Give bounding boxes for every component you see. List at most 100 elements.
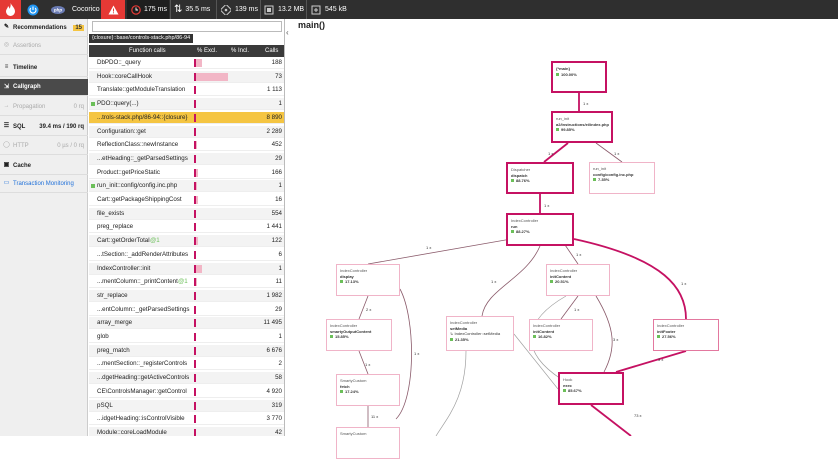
header-function-calls[interactable]: Function calls	[129, 45, 166, 57]
metric-io-time[interactable]: ⇅ 35.5 ms	[174, 0, 210, 19]
function-calls-count: 11 495	[263, 319, 282, 327]
entry-point-marker	[91, 184, 95, 189]
callgraph-node-setmedia[interactable]: IndexController setMedia ↳ IndexController…	[446, 316, 514, 351]
function-row[interactable]: ...idgetHeading::isControlVisible 3 770	[89, 413, 284, 426]
sidebar-item-label: SQL	[13, 123, 26, 130]
function-row[interactable]: Cart::getPackageShippingCost 16	[89, 194, 284, 206]
function-name: ...etHeading::_getParsedSettings	[97, 154, 188, 162]
sidebar-item-callgraph[interactable]: ⇲ Callgraph	[0, 79, 88, 96]
metric-value: 139 ms	[235, 6, 258, 13]
blackfire-logo[interactable]	[0, 0, 21, 19]
function-calls-count: 3 770	[266, 415, 282, 423]
header-incl[interactable]: % Incl.	[231, 45, 249, 57]
function-row[interactable]: file_exists 554	[89, 207, 284, 220]
callgraph-node-dispatch[interactable]: Dispatcher dispatch 88.76%	[506, 162, 574, 194]
function-row[interactable]: ...trols-stack.php/86-94::{closure} 8 890	[89, 111, 284, 124]
power-button[interactable]	[24, 0, 42, 19]
function-row[interactable]: pSQL 319	[89, 399, 284, 412]
metric-memory[interactable]: 13.2 MB	[264, 0, 304, 19]
edge-call-count: 1 x	[681, 281, 687, 286]
sidebar-item-label: Recommendations	[13, 24, 67, 31]
function-row[interactable]: ...etHeading::_getParsedSettings 29	[89, 152, 284, 165]
function-search-input[interactable]	[92, 21, 282, 32]
sidebar-item-transaction-monitoring[interactable]: ▭ Transaction Monitoring	[0, 175, 88, 193]
function-row[interactable]: str_replace 1 982	[89, 289, 284, 302]
sidebar-item-assertions[interactable]: ◎ Assertions	[0, 37, 88, 55]
callgraph-node-initcontent2[interactable]: IndexController initContent 16.82%	[529, 319, 593, 351]
sidebar-item-propagation[interactable]: → Propagation 0 rq	[0, 98, 88, 116]
function-row[interactable]: glob 1	[89, 331, 284, 343]
excl-bar	[194, 415, 196, 424]
alert-button[interactable]	[101, 0, 125, 19]
function-row[interactable]: ReflectionClass::newInstance 452	[89, 139, 284, 152]
callgraph-icon: ⇲	[3, 83, 10, 90]
function-row[interactable]: CE\ControlsManager::getControl 4 920	[89, 386, 284, 398]
function-row[interactable]: Product::getPriceStatic 166	[89, 167, 284, 179]
function-row[interactable]: Hook::coreCallHook 73	[89, 70, 284, 83]
function-row[interactable]: ...entColumn::_getParsedSettings 29	[89, 304, 284, 316]
excl-bar	[194, 291, 196, 300]
function-row[interactable]: ...mentSection::_registerControls 2	[89, 358, 284, 371]
function-calls-count: 58	[275, 374, 282, 382]
callgraph-node-config[interactable]: run_init config/config.inc.php 7.35%	[589, 162, 655, 194]
function-name: ...mentSection::_registerControls	[97, 360, 188, 368]
function-row[interactable]: preg_replace 1 441	[89, 221, 284, 234]
arrows-icon: ⇅	[174, 4, 183, 15]
callgraph-node-hookexec[interactable]: Hook exec 85.67%	[558, 372, 624, 405]
function-row[interactable]: Translate::getModuleTranslation 1 113	[89, 84, 284, 97]
function-row[interactable]: IndexController::init 1	[89, 262, 284, 275]
excl-bar	[194, 237, 196, 246]
callgraph-canvas[interactable]: {*main} 100.00% run_init a2/instructions/ei…	[286, 19, 838, 459]
function-calls-count: 2	[278, 360, 282, 368]
callgraph-node-fetch[interactable]: SmartyCustom fetch 17.24%	[336, 374, 400, 406]
sidebar-item-cache[interactable]: ▣ Cache	[0, 157, 88, 175]
function-row[interactable]: Cart::getOrderTotal @1 122	[89, 235, 284, 248]
recommendations-badge: 15	[73, 24, 84, 31]
function-row[interactable]: ...dgetHeading::getActiveControls 58	[89, 372, 284, 385]
function-row[interactable]: ...mentColumn::_printContent @1 11	[89, 276, 284, 289]
callgraph-node-initfooter[interactable]: IndexController initFooter 27.56%	[653, 319, 719, 351]
sidebar-item-timeline[interactable]: ≡ Timeline	[0, 59, 88, 77]
function-row[interactable]: Configuration::get 2 289	[89, 125, 284, 138]
php-badge: php	[49, 0, 67, 19]
metric-network[interactable]: 545 kB	[311, 0, 347, 19]
sidebar-item-http[interactable]: ◯ HTTP 0 µs / 0 rq	[0, 137, 88, 155]
excl-bar	[194, 168, 196, 177]
http-value: 0 µs / 0 rq	[57, 142, 84, 149]
excl-bar	[194, 278, 196, 287]
sidebar-item-recommendations[interactable]: ✎ Recommendations 15	[0, 19, 88, 37]
function-name: glob	[97, 333, 109, 340]
function-row[interactable]: DbPDO::_query 188	[89, 57, 284, 69]
header-calls[interactable]: Calls	[265, 45, 278, 57]
callgraph-node-display[interactable]: IndexController display 17.13%	[336, 264, 400, 296]
network-icon	[311, 5, 321, 14]
function-row[interactable]: ...tSection::_addRenderAttributes 6	[89, 249, 284, 261]
sidebar-item-sql[interactable]: ☰ SQL 39.4 ms / 190 rq	[0, 118, 88, 136]
function-calls-count: 1	[278, 100, 282, 108]
function-row[interactable]: preg_match 6 676	[89, 344, 284, 357]
function-row[interactable]: Module::coreLoadModule 42	[89, 426, 284, 436]
callgraph-node-main[interactable]: {*main} 100.00%	[551, 61, 607, 93]
metric-cpu-time[interactable]: 139 ms	[221, 0, 258, 19]
app-name[interactable]: Cocorico	[72, 0, 100, 19]
callgraph-node-run[interactable]: IndexController run 88.27%	[506, 213, 574, 246]
callgraph-node-index[interactable]: run_init a2/instructions/ei/index.php 99.8…	[551, 111, 613, 143]
function-row[interactable]: array_merge 11 495	[89, 317, 284, 330]
metric-wall-time[interactable]: 175 ms	[127, 0, 169, 19]
clock-icon	[131, 4, 141, 15]
callgraph-node-smartyout[interactable]: IndexController smartyOutputContent 15.85%	[326, 319, 392, 351]
header-excl[interactable]: % Excl.	[197, 45, 217, 57]
function-calls-panel: {closure}::base/controls-stack.php/86-94…	[89, 19, 285, 436]
function-calls-count: 166	[271, 168, 282, 176]
callgraph-node-initcontent[interactable]: IndexController initContent 20.51%	[546, 264, 610, 296]
function-calls-count: 1	[278, 264, 282, 272]
function-calls-count: 452	[271, 141, 282, 149]
edge-call-count: 1 x	[491, 279, 497, 284]
callgraph-node-smarty2[interactable]: SmartyCustom	[336, 427, 400, 459]
excl-bar	[194, 250, 196, 259]
function-row[interactable]: run_init::config/config.inc.php 1	[89, 180, 284, 193]
function-row[interactable]: PDO::query(...) 1	[89, 98, 284, 111]
function-calls-count: 4 920	[266, 387, 282, 395]
function-suffix: @1	[150, 237, 160, 245]
function-name: preg_match	[97, 346, 130, 354]
